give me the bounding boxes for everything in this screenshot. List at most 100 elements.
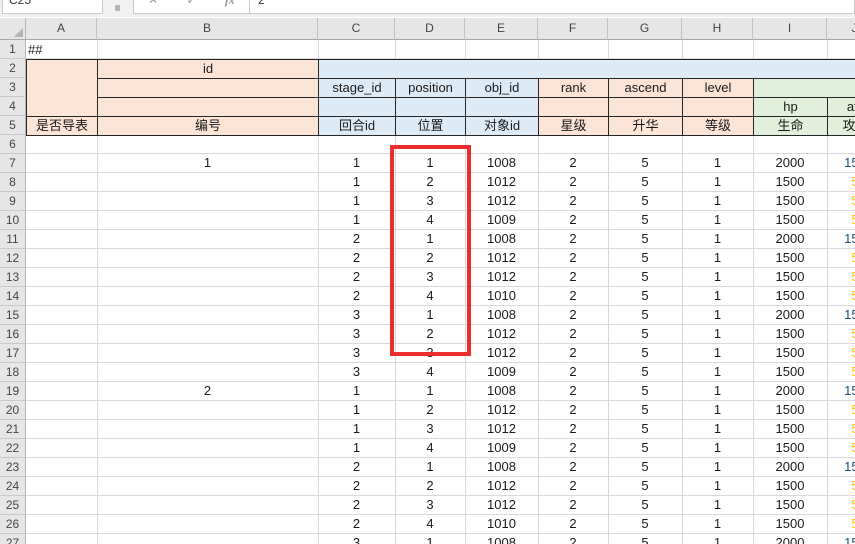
cell-D27[interactable]: 1 [395,534,465,544]
cell-F10[interactable]: 2 [538,211,608,230]
formula-bar-resize-handle[interactable] [115,5,120,11]
row-header-14[interactable]: 14 [0,287,26,306]
red-highlight-rectangle[interactable] [390,145,471,356]
cell-H14[interactable]: 1 [682,287,753,306]
cell-H13[interactable]: 1 [682,268,753,287]
column-header-B[interactable]: B [97,18,318,40]
cell-C25[interactable]: 2 [318,496,395,515]
cell-G10[interactable]: 5 [608,211,682,230]
cell-I9[interactable]: 1500 [753,192,827,211]
cell-J11[interactable]: 150 [827,230,855,249]
column-header-E[interactable]: E [465,18,538,40]
cell-F19[interactable]: 2 [538,382,608,401]
row-header-8[interactable]: 8 [0,173,26,192]
row-header-17[interactable]: 17 [0,344,26,363]
cell-J5[interactable]: 攻击 [827,116,855,136]
cell-I14[interactable]: 1500 [753,287,827,306]
cell-E27[interactable]: 1008 [465,534,538,544]
cell-F12[interactable]: 2 [538,249,608,268]
cell-F27[interactable]: 2 [538,534,608,544]
row-header-19[interactable]: 19 [0,382,26,401]
cell-J17[interactable]: 5 [827,344,855,363]
cell-H11[interactable]: 1 [682,230,753,249]
cell-F3[interactable]: rank [538,78,609,98]
cell-G18[interactable]: 5 [608,363,682,382]
row-header-22[interactable]: 22 [0,439,26,458]
cell-B5[interactable]: 编号 [97,116,319,136]
row-header-1[interactable]: 1 [0,40,26,59]
column-header-I[interactable]: I [753,18,827,40]
cell-G15[interactable]: 5 [608,306,682,325]
cell-C16[interactable]: 3 [318,325,395,344]
cell-B4[interactable] [97,97,319,117]
cell-G4[interactable] [608,97,683,117]
cell-H3[interactable]: level [682,78,754,98]
cell-F14[interactable]: 2 [538,287,608,306]
cell-I3[interactable] [753,78,855,98]
cell-C10[interactable]: 1 [318,211,395,230]
cell-C26[interactable]: 2 [318,515,395,534]
cell-E17[interactable]: 1012 [465,344,538,363]
cell-H9[interactable]: 1 [682,192,753,211]
cell-F25[interactable]: 2 [538,496,608,515]
cell-G26[interactable]: 5 [608,515,682,534]
cell-E26[interactable]: 1010 [465,515,538,534]
cell-C13[interactable]: 2 [318,268,395,287]
cell-C20[interactable]: 1 [318,401,395,420]
row-header-4[interactable]: 4 [0,97,26,116]
cell-E10[interactable]: 1009 [465,211,538,230]
cell-E12[interactable]: 1012 [465,249,538,268]
cell-J18[interactable]: 5 [827,363,855,382]
row-header-26[interactable]: 26 [0,515,26,534]
cell-I15[interactable]: 2000 [753,306,827,325]
cell-E21[interactable]: 1012 [465,420,538,439]
cell-J9[interactable]: 5 [827,192,855,211]
cell-C5[interactable]: 回合id [318,116,396,136]
cell-I7[interactable]: 2000 [753,154,827,173]
cell-D3[interactable]: position [395,78,466,98]
cell-I21[interactable]: 1500 [753,420,827,439]
cell-E13[interactable]: 1012 [465,268,538,287]
cell-H5[interactable]: 等级 [682,116,754,136]
cell-C23[interactable]: 2 [318,458,395,477]
cell-E4[interactable] [465,97,539,117]
row-header-21[interactable]: 21 [0,420,26,439]
cell-G7[interactable]: 5 [608,154,682,173]
cell-J27[interactable]: 150 [827,534,855,544]
cell-G20[interactable]: 5 [608,401,682,420]
column-header-F[interactable]: F [538,18,608,40]
cell-J10[interactable]: 5 [827,211,855,230]
row-header-11[interactable]: 11 [0,230,26,249]
cell-C9[interactable]: 1 [318,192,395,211]
enter-icon[interactable]: ✓ [172,0,210,13]
row-header-16[interactable]: 16 [0,325,26,344]
cell-D26[interactable]: 4 [395,515,465,534]
row-header-7[interactable]: 7 [0,154,26,173]
row-header-9[interactable]: 9 [0,192,26,211]
cell-C27[interactable]: 3 [318,534,395,544]
cell-H26[interactable]: 1 [682,515,753,534]
cell-C15[interactable]: 3 [318,306,395,325]
cell-I4[interactable]: hp [753,97,828,117]
cell-E16[interactable]: 1012 [465,325,538,344]
cell-C3[interactable]: stage_id [318,78,396,98]
cell-F24[interactable]: 2 [538,477,608,496]
column-header-C[interactable]: C [318,18,395,40]
column-header-H[interactable]: H [682,18,753,40]
cell-G13[interactable]: 5 [608,268,682,287]
row-header-15[interactable]: 15 [0,306,26,325]
cell-F18[interactable]: 2 [538,363,608,382]
cell-H16[interactable]: 1 [682,325,753,344]
row-header-20[interactable]: 20 [0,401,26,420]
cell-C7[interactable]: 1 [318,154,395,173]
cell-J16[interactable]: 5 [827,325,855,344]
cell-J26[interactable]: 5 [827,515,855,534]
cell-E22[interactable]: 1009 [465,439,538,458]
cell-H8[interactable]: 1 [682,173,753,192]
cell-A5[interactable]: 是否导表 [26,116,98,136]
cell-H7[interactable]: 1 [682,154,753,173]
row-header-12[interactable]: 12 [0,249,26,268]
cell-D24[interactable]: 2 [395,477,465,496]
cell-C19[interactable]: 1 [318,382,395,401]
cell-F17[interactable]: 2 [538,344,608,363]
